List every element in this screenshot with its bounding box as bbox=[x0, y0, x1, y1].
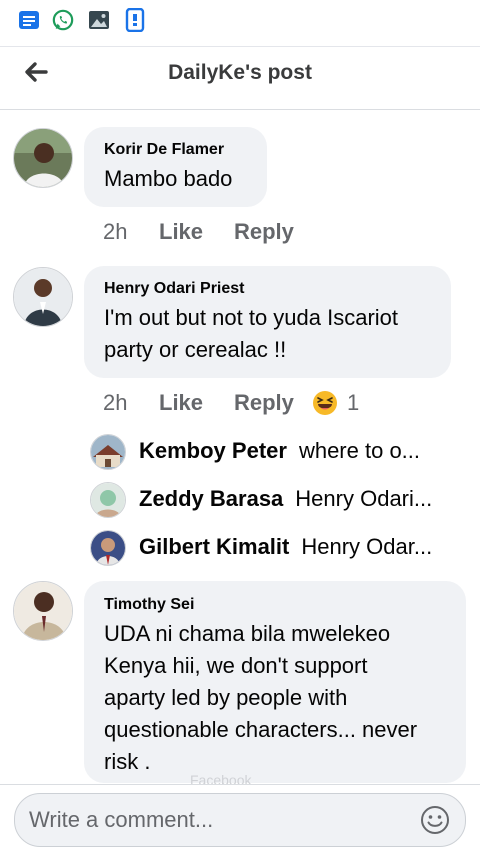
reaction-count: 1 bbox=[347, 390, 360, 415]
avatar-photo bbox=[91, 531, 125, 565]
like-button[interactable]: Like bbox=[159, 390, 203, 416]
status-bar bbox=[0, 0, 480, 46]
avatar[interactable] bbox=[13, 267, 73, 327]
comment-text-line: party or cerealac !! bbox=[104, 337, 287, 362]
reply-preview[interactable]: Zeddy Barasa Henry Odari... bbox=[90, 480, 460, 520]
comment-text-line: Kenya hii, we don't support bbox=[104, 653, 368, 678]
comment-bubble[interactable]: Timothy Sei UDA ni chama bila mwelekeo K… bbox=[84, 581, 466, 783]
reply-author[interactable]: Zeddy Barasa bbox=[139, 486, 283, 511]
reply-author[interactable]: Kemboy Peter bbox=[139, 438, 287, 463]
reply-snippet: where to o... bbox=[298, 438, 421, 463]
avatar[interactable] bbox=[13, 128, 73, 188]
comment-text-line: UDA ni chama bila mwelekeo bbox=[104, 621, 391, 646]
comment-author[interactable]: Henry Odari Priest bbox=[104, 280, 245, 298]
reply-text: Kemboy Peter where to o... bbox=[139, 438, 449, 464]
avatar[interactable] bbox=[90, 482, 126, 518]
comment-bubble[interactable]: Henry Odari Priest I'm out but not to yu… bbox=[84, 266, 451, 378]
whatsapp-icon bbox=[52, 9, 74, 31]
avatar[interactable] bbox=[13, 581, 73, 641]
gallery-icon bbox=[89, 11, 109, 29]
reply-snippet: Henry Odar... bbox=[301, 534, 433, 559]
comment-author[interactable]: Korir De Flamer bbox=[104, 141, 224, 159]
like-button[interactable]: Like bbox=[159, 219, 203, 245]
comment-text-line: aparty led by people with bbox=[104, 685, 348, 710]
comment-text: Mambo bado bbox=[104, 166, 233, 191]
avatar-photo bbox=[91, 435, 125, 469]
comment-author[interactable]: Timothy Sei bbox=[104, 596, 194, 614]
smiley-icon[interactable] bbox=[419, 804, 451, 836]
comment-text-line: I'm out but not to yuda Iscariot bbox=[104, 305, 399, 330]
avatar-photo bbox=[14, 129, 72, 187]
reply-preview[interactable]: Kemboy Peter where to o... bbox=[90, 432, 460, 472]
avatar[interactable] bbox=[90, 434, 126, 470]
reply-button[interactable]: Reply bbox=[234, 219, 294, 245]
comment-composer bbox=[0, 784, 480, 855]
haha-emoji-icon[interactable] bbox=[312, 390, 338, 416]
comment-input[interactable] bbox=[27, 804, 411, 836]
page-title: DailyKe's post bbox=[168, 61, 312, 84]
reply-text: Zeddy Barasa Henry Odari... bbox=[139, 486, 449, 512]
avatar[interactable] bbox=[90, 530, 126, 566]
reply-text: Gilbert Kimalit Henry Odar... bbox=[139, 534, 449, 560]
reply-button[interactable]: Reply bbox=[234, 390, 294, 416]
reply-preview[interactable]: Gilbert Kimalit Henry Odar... bbox=[90, 528, 460, 568]
comment-time: 2h bbox=[103, 219, 128, 244]
avatar-photo bbox=[14, 582, 72, 640]
notes-icon bbox=[19, 11, 39, 29]
avatar-photo bbox=[91, 483, 125, 517]
post-header: DailyKe's post bbox=[0, 46, 480, 110]
comment-text-line: risk . bbox=[104, 749, 151, 774]
avatar-photo bbox=[14, 268, 72, 326]
comment-input-box[interactable] bbox=[14, 793, 466, 847]
reply-snippet: Henry Odari... bbox=[295, 486, 433, 511]
reply-author[interactable]: Gilbert Kimalit bbox=[139, 534, 289, 559]
comment-bubble[interactable]: Korir De Flamer Mambo bado bbox=[84, 127, 267, 207]
comment-text-line: questionable characters... never bbox=[104, 717, 418, 742]
phone-app-icon bbox=[125, 8, 145, 32]
comment-time: 2h bbox=[103, 390, 128, 415]
